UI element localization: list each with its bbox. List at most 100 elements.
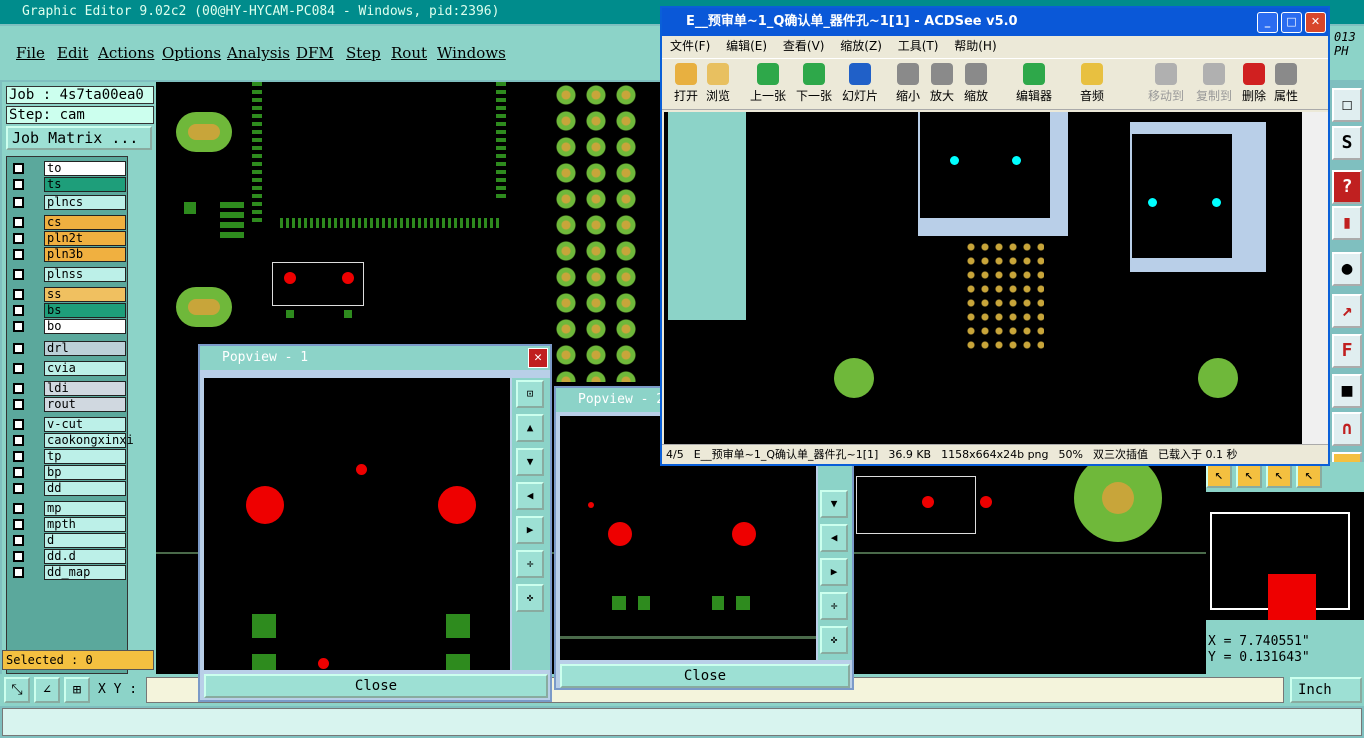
layer-name[interactable]: bp (44, 465, 126, 480)
layer-checkbox[interactable] (13, 451, 24, 462)
layer-checkbox[interactable] (13, 383, 24, 394)
zoom-in-icon[interactable]: ✛ (820, 592, 848, 620)
layer-row[interactable]: v-cut (9, 417, 127, 432)
acd-tool-button[interactable]: 放大 (930, 61, 954, 104)
pan-right-icon[interactable]: ▶ (516, 516, 544, 544)
acdsee-scrollbar[interactable] (1302, 112, 1328, 446)
angle-icon[interactable]: ∠ (34, 677, 60, 703)
snap-icon[interactable]: ⤡ (4, 677, 30, 703)
layer-row[interactable]: rout (9, 397, 127, 412)
unit-select[interactable]: Inch (1290, 677, 1362, 703)
layer-checkbox[interactable] (13, 249, 24, 260)
tool-icon[interactable]: ● (1332, 252, 1362, 286)
layer-name[interactable]: ldi (44, 381, 126, 396)
layer-checkbox[interactable] (13, 535, 24, 546)
layer-checkbox[interactable] (13, 435, 24, 446)
close-icon[interactable]: ✕ (528, 348, 548, 368)
layer-name[interactable]: dd.d (44, 549, 126, 564)
layer-checkbox[interactable] (13, 419, 24, 430)
layer-checkbox[interactable] (13, 197, 24, 208)
layer-row[interactable]: pln2t (9, 231, 127, 246)
layer-checkbox[interactable] (13, 503, 24, 514)
pan-down-icon[interactable]: ▼ (516, 448, 544, 476)
layer-row[interactable]: caokongxinxi (9, 433, 134, 448)
acd-tool-button[interactable]: 移动到 (1148, 61, 1184, 104)
popview-1-close-button[interactable]: Close (204, 674, 548, 698)
layer-checkbox[interactable] (13, 519, 24, 530)
acd-tool-button[interactable]: 缩放 (964, 61, 988, 104)
layer-checkbox[interactable] (13, 467, 24, 478)
tool-icon[interactable]: ↗ (1332, 294, 1362, 328)
layer-row[interactable]: dd.d (9, 549, 127, 564)
layer-checkbox[interactable] (13, 269, 24, 280)
acd-tool-button[interactable]: 下一张 (796, 61, 832, 104)
tool-icon[interactable]: ∩ (1332, 412, 1362, 446)
popview-2-close-button[interactable]: Close (560, 664, 850, 688)
grid-icon[interactable]: ⊞ (64, 677, 90, 703)
layer-row[interactable]: plnss (9, 267, 127, 282)
pan-left-icon[interactable]: ◀ (820, 524, 848, 552)
layer-row[interactable]: bp (9, 465, 127, 480)
acd-menu-zoom[interactable]: 缩放(Z) (840, 39, 882, 53)
layer-name[interactable]: caokongxinxi (44, 433, 134, 448)
layer-row[interactable]: tp (9, 449, 127, 464)
acd-tool-button[interactable]: 复制到 (1196, 61, 1232, 104)
layer-row[interactable]: bs (9, 303, 127, 318)
layer-checkbox[interactable] (13, 305, 24, 316)
acd-tool-button[interactable]: 删除 (1242, 61, 1266, 104)
layer-name[interactable]: bs (44, 303, 126, 318)
popview-1-canvas[interactable] (204, 378, 510, 670)
layer-row[interactable]: ss (9, 287, 127, 302)
acd-menu-edit[interactable]: 编辑(E) (726, 39, 767, 53)
layer-row[interactable]: dd_map (9, 565, 127, 580)
acd-tool-button[interactable]: 幻灯片 (842, 61, 878, 104)
help-icon[interactable]: ? (1332, 170, 1362, 204)
layer-checkbox[interactable] (13, 343, 24, 354)
layer-row[interactable]: cvia (9, 361, 127, 376)
layer-name[interactable]: d (44, 533, 126, 548)
acd-tool-button[interactable]: 编辑器 (1016, 61, 1052, 104)
acd-menu-file[interactable]: 文件(F) (670, 39, 710, 53)
layer-checkbox[interactable] (13, 363, 24, 374)
layer-name[interactable]: tp (44, 449, 126, 464)
layer-row[interactable]: mp (9, 501, 127, 516)
layer-name[interactable]: dd_map (44, 565, 126, 580)
layer-row[interactable]: ts (9, 177, 127, 192)
layer-row[interactable]: to (9, 161, 127, 176)
overview-map[interactable] (1206, 492, 1364, 620)
acd-menu-view[interactable]: 查看(V) (783, 39, 825, 53)
layer-row[interactable]: ldi (9, 381, 127, 396)
job-matrix-button[interactable]: Job Matrix ... (6, 126, 152, 150)
layer-row[interactable]: pln3b (9, 247, 127, 262)
acd-tool-button[interactable]: 浏览 (706, 61, 730, 104)
layer-row[interactable]: drl (9, 341, 127, 356)
pan-down-icon[interactable]: ▼ (820, 490, 848, 518)
acd-tool-button[interactable]: 上一张 (750, 61, 786, 104)
pan-right-icon[interactable]: ▶ (820, 558, 848, 586)
zoom-out-icon[interactable]: ✜ (820, 626, 848, 654)
acd-tool-button[interactable]: 音频 (1080, 61, 1104, 104)
pan-up-icon[interactable]: ▲ (516, 414, 544, 442)
layer-checkbox[interactable] (13, 217, 24, 228)
layer-checkbox[interactable] (13, 289, 24, 300)
tool-icon[interactable]: ☐ (1332, 88, 1362, 122)
acd-menu-tools[interactable]: 工具(T) (898, 39, 939, 53)
menu-options[interactable]: Options (162, 44, 221, 62)
layer-checkbox[interactable] (13, 483, 24, 494)
menu-file[interactable]: File (16, 44, 45, 62)
menu-step[interactable]: Step (346, 44, 381, 62)
layer-row[interactable]: d (9, 533, 127, 548)
layer-name[interactable]: rout (44, 397, 126, 412)
layer-name[interactable]: pln2t (44, 231, 126, 246)
layer-row[interactable]: plncs (9, 195, 127, 210)
zoom-out-icon[interactable]: ✜ (516, 584, 544, 612)
menu-edit[interactable]: Edit (57, 44, 88, 62)
tool-icon[interactable]: ▮ (1332, 206, 1362, 240)
layer-checkbox[interactable] (13, 551, 24, 562)
layer-name[interactable]: plncs (44, 195, 126, 210)
layer-name[interactable]: to (44, 161, 126, 176)
layer-row[interactable]: dd (9, 481, 127, 496)
menu-analysis[interactable]: Analysis (227, 44, 290, 62)
layer-name[interactable]: v-cut (44, 417, 126, 432)
layer-checkbox[interactable] (13, 163, 24, 174)
